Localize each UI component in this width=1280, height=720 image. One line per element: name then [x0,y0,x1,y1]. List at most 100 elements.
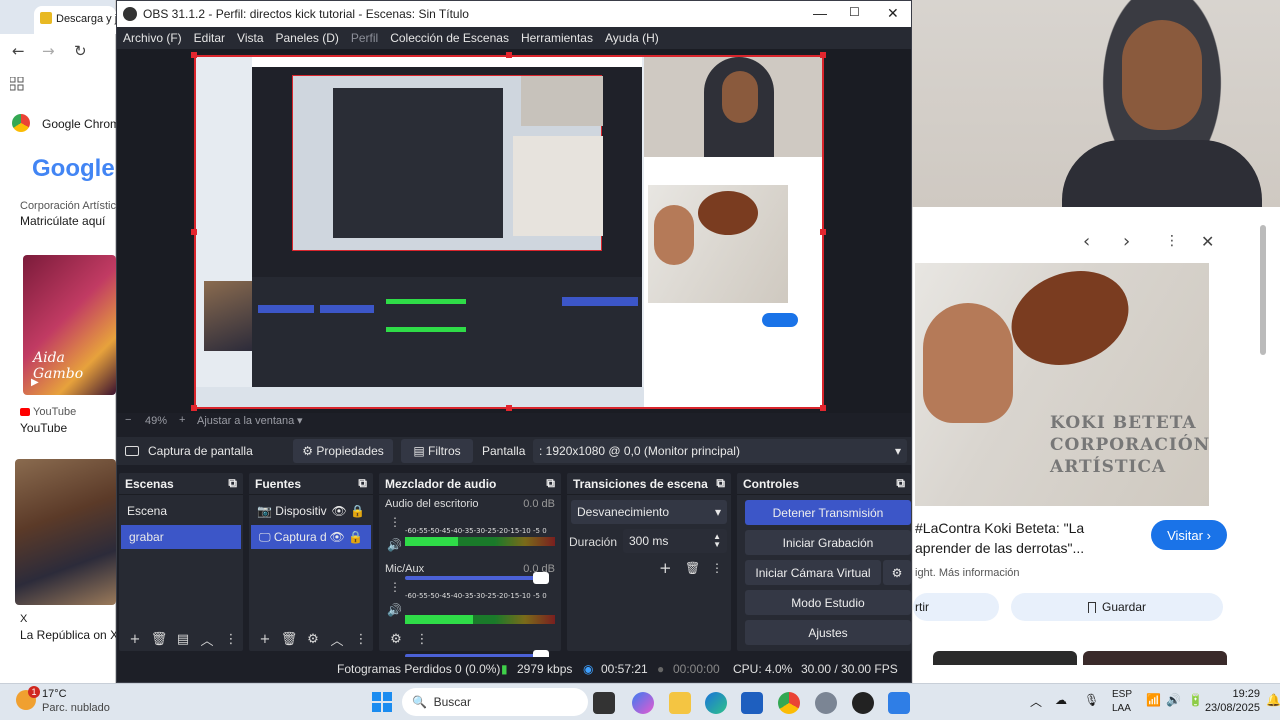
list-item[interactable]: Corporación Artística [20,200,116,212]
undock-icon[interactable]: ⧉ [228,476,237,491]
back-icon[interactable]: ← [12,42,25,60]
transition-select[interactable]: Desvanecimiento ▾ [571,500,727,524]
lock-icon[interactable]: 🔒 [348,530,363,544]
visit-button[interactable]: Visitar › [1151,520,1227,550]
chevron-left-icon[interactable]: ‹ [1083,231,1090,252]
video-thumbnail[interactable] [15,459,116,605]
more-vert-icon[interactable]: ⋮ [1165,233,1179,249]
chevron-right-icon[interactable]: › [1123,231,1130,252]
scrollbar[interactable] [1260,225,1266,355]
start-recording-button[interactable]: Iniciar Grabación [745,530,911,555]
chevron-up-icon[interactable]: ︿ [325,630,349,649]
clock-time[interactable]: 19:29 [1210,688,1260,700]
undock-icon[interactable]: ⧉ [546,476,555,491]
source-item[interactable]: 📷 Dispositiv 👁 🔒 [249,499,373,523]
gear-icon[interactable]: ⚙ [383,632,409,647]
browser-tab[interactable]: Descarga y j [34,6,116,34]
resize-handle[interactable] [191,229,197,235]
speaker-icon[interactable]: 🔊 [387,538,402,552]
list-item[interactable]: X [20,613,116,625]
add-icon[interactable]: + [253,632,277,647]
reload-icon[interactable]: ↻ [74,42,87,60]
chevron-up-icon[interactable]: ︿ [195,630,219,649]
resize-handle[interactable] [820,52,826,58]
gear-icon[interactable]: ⚙ [301,632,325,647]
resize-handle[interactable] [191,405,197,411]
scene-item-selected[interactable]: grabar [121,525,241,549]
trash-icon[interactable]: 🗑 [685,561,700,575]
eye-icon[interactable]: 👁 [331,504,346,518]
maximize-icon[interactable]: ☐ [849,5,860,19]
eye-icon[interactable]: 👁 [329,530,344,544]
resize-handle[interactable] [506,405,512,411]
save-button[interactable]: Guardar [1011,593,1223,621]
more-info-link[interactable]: ight. Más información [915,567,1020,579]
more-vert-icon[interactable]: ⋮ [219,632,243,647]
studio-mode-button[interactable]: Modo Estudio [745,590,911,615]
notifications-icon[interactable]: 🔔 [1266,693,1280,707]
filter-icon[interactable]: ▤ [171,632,195,647]
apps-grid-icon[interactable] [9,76,24,91]
menu-archivo[interactable]: Archivo (F) [117,31,188,45]
trash-icon[interactable]: 🗑 [147,632,171,647]
resize-handle[interactable] [506,52,512,58]
duration-spinbox[interactable]: 300 ms ▲ ▼ [623,529,727,553]
video-thumbnail[interactable]: Aida Gambo ▶ [23,255,116,395]
display-select[interactable]: : 1920x1080 @ 0,0 (Monitor principal) ▾ [533,439,907,463]
menu-perfil[interactable]: Perfil [345,31,384,45]
properties-button[interactable]: ⚙ Propiedades [293,439,393,463]
volume-slider[interactable] [405,572,549,584]
clock-date[interactable]: 23/08/2025 [1200,702,1260,714]
undock-icon[interactable]: ⧉ [896,476,905,491]
close-icon[interactable]: ✕ [1201,232,1214,251]
caption-line-2[interactable]: aprender de las derrotas"... [915,540,1084,556]
file-explorer-icon[interactable] [669,692,691,714]
resize-handle[interactable] [820,405,826,411]
trash-icon[interactable]: 🗑 [277,632,301,647]
wifi-icon[interactable]: 📶 [1146,693,1161,707]
add-icon[interactable]: + [659,559,672,577]
more-vert-icon[interactable]: ⋮ [389,515,401,529]
taskbar-search[interactable]: 🔍 Buscar [402,688,588,716]
chevron-down-icon[interactable]: ▾ [297,414,303,427]
zoom-out-icon[interactable]: − [125,414,131,426]
menu-editar[interactable]: Editar [188,31,231,45]
more-vert-icon[interactable]: ⋮ [389,580,401,594]
scene-item[interactable]: Escena [119,499,243,523]
list-item[interactable]: YouTube [33,406,129,418]
close-window-icon[interactable]: ✕ [887,5,899,22]
task-view-icon[interactable] [593,692,615,714]
keyboard-layout[interactable]: LAA [1112,703,1131,714]
filters-button[interactable]: ▤ Filtros [401,439,473,463]
start-virtual-cam-button[interactable]: Iniciar Cámara Virtual [745,560,881,585]
weather-desc[interactable]: Parc. nublado [42,702,110,714]
more-vert-icon[interactable]: ⋮ [349,632,373,647]
volume-icon[interactable]: 🔊 [1166,693,1181,707]
menu-herramientas[interactable]: Herramientas [515,31,599,45]
chrome-taskbar-icon[interactable] [778,692,800,714]
copilot-icon[interactable] [632,692,654,714]
zoom-in-icon[interactable]: + [179,414,185,426]
language-code[interactable]: ESP [1112,689,1132,700]
app-taskbar-icon[interactable] [888,692,910,714]
list-item[interactable]: YouTube [20,421,116,435]
forward-icon[interactable]: → [42,42,55,60]
source-item-selected[interactable]: 🖵 Captura d 👁 🔒 [251,525,371,549]
preview-canvas[interactable] [194,55,824,409]
more-vert-icon[interactable]: ⋮ [409,632,435,647]
fit-to-window[interactable]: Ajustar a la ventana [197,415,294,427]
resize-handle[interactable] [820,229,826,235]
zoom-level[interactable]: 49% [145,415,167,427]
article-image[interactable]: KOKI BETETA CORPORACIÓN ARTÍSTICA [915,263,1209,506]
minimize-icon[interactable]: — [813,5,827,21]
cloud-icon[interactable]: ☁ [1055,693,1067,707]
windows-start-icon[interactable] [372,692,392,712]
menu-ayuda[interactable]: Ayuda (H) [599,31,665,45]
menu-coleccion[interactable]: Colección de Escenas [384,31,515,45]
chevron-up-icon[interactable]: ︿ [1030,693,1042,710]
speaker-icon[interactable]: 🔊 [387,603,402,617]
settings-button[interactable]: Ajustes [745,620,911,645]
edge-icon[interactable] [705,692,727,714]
store-icon[interactable] [741,692,763,714]
settings-icon[interactable] [815,692,837,714]
